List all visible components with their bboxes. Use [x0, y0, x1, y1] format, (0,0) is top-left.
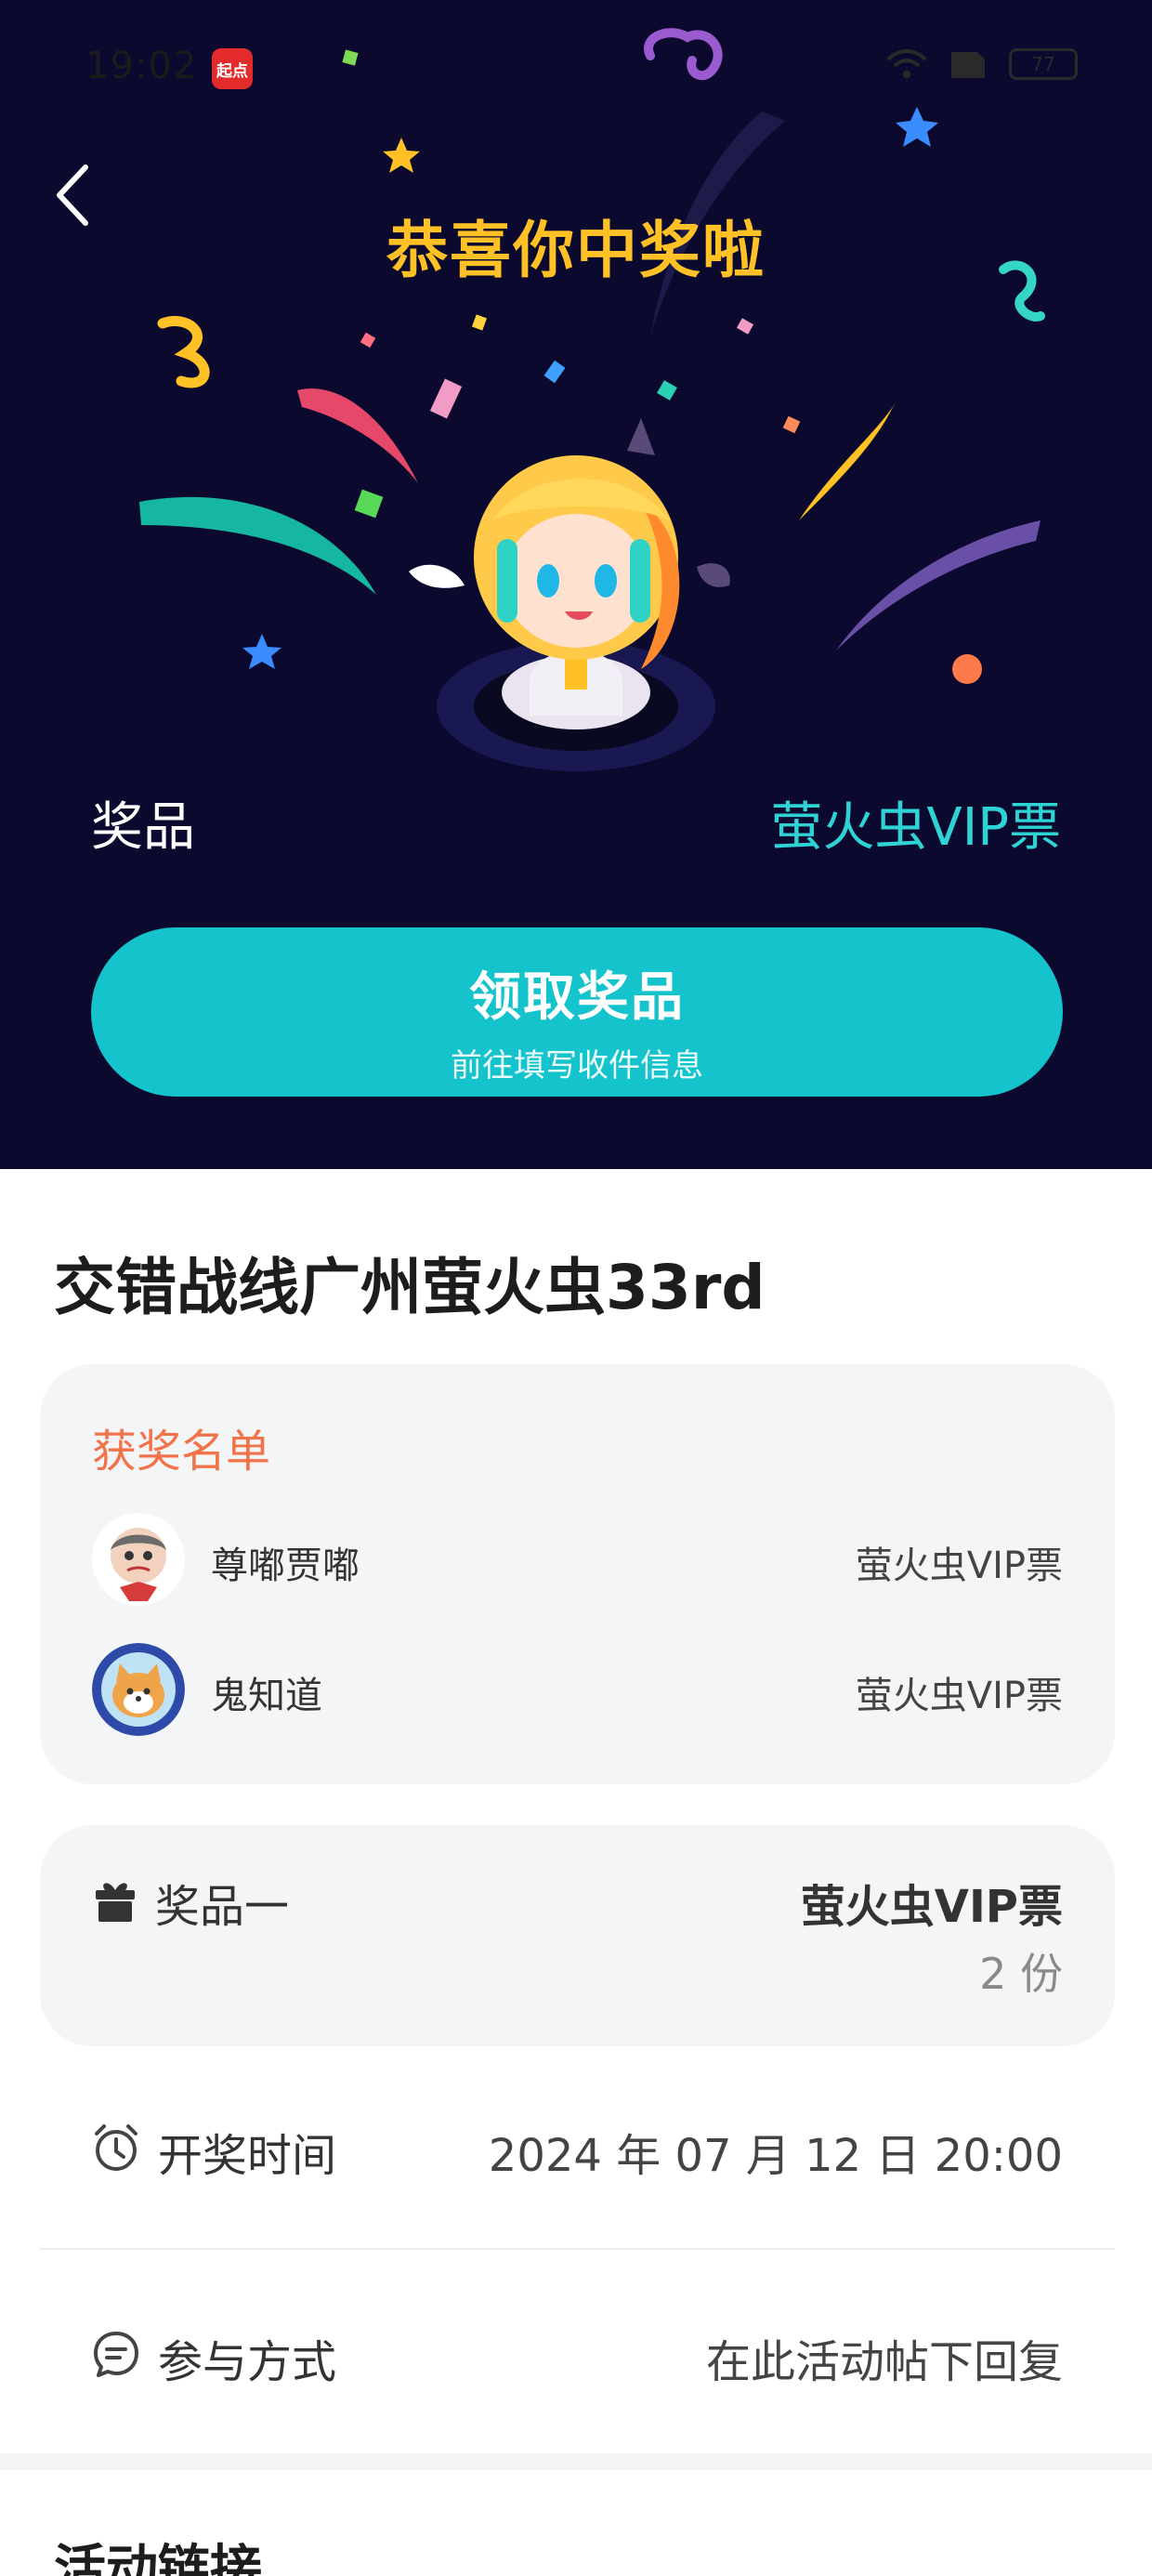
gift-icon	[96, 1883, 135, 1922]
congrats-title: 恭喜你中奖啦	[386, 215, 766, 286]
claim-prize-button[interactable]: 领取奖品 前往填写收件信息	[91, 927, 1063, 1097]
participation-value: 在此活动帖下回复	[705, 2336, 1063, 2388]
divider	[40, 2248, 1115, 2250]
winner-prize: 萤火虫VIP票	[855, 1675, 1063, 1717]
prize-detail-card: 奖品一 萤火虫VIP票 2 份	[40, 1825, 1115, 2046]
section-divider	[0, 2453, 1152, 2470]
sim-card-icon	[951, 52, 985, 78]
draw-time-label: 开奖时间	[158, 2130, 337, 2182]
status-time: 19:02	[85, 45, 198, 87]
battery-icon: 77	[1009, 48, 1078, 80]
mascot-illustration	[409, 418, 730, 771]
winner-name: 鬼知道	[211, 1675, 322, 1717]
participation-row: 参与方式 在此活动帖下回复	[91, 2316, 1063, 2390]
winners-heading: 获奖名单	[92, 1426, 271, 1478]
chat-bubble-icon	[94, 2332, 138, 2377]
draw-time-row: 开奖时间 2024 年 07 月 12 日 20:00	[91, 2109, 1063, 2184]
prize-item-label: 奖品一	[155, 1881, 290, 1933]
draw-time-value: 2024 年 07 月 12 日 20:00	[488, 2130, 1063, 2182]
battery-level: 77	[1031, 53, 1055, 75]
claim-prize-sublabel: 前往填写收件信息	[451, 1047, 703, 1084]
prize-item-count: 2 份	[979, 1949, 1063, 1999]
event-title: 交错战线广州萤火虫33rd	[54, 1252, 766, 1323]
participation-label: 参与方式	[158, 2336, 337, 2388]
activity-links-title: 活动链接	[54, 2540, 262, 2576]
avatar[interactable]	[92, 1643, 185, 1736]
prize-label: 奖品	[91, 797, 195, 858]
prize-hero: 19:02 起点 77 恭喜你中奖啦 奖品 萤火虫VIP票 领取奖品 前往填写收…	[0, 0, 1152, 1169]
winners-card: 获奖名单 尊嘟贾嘟 萤火虫VIP票 鬼知道 萤火虫VIP票	[40, 1364, 1115, 1784]
wifi-icon	[886, 49, 927, 78]
winner-row[interactable]: 尊嘟贾嘟 萤火虫VIP票	[92, 1513, 1063, 1606]
avatar-image	[92, 1513, 185, 1606]
avatar-image	[92, 1643, 185, 1736]
app-notification-badge: 起点	[212, 48, 253, 89]
winner-name: 尊嘟贾嘟	[211, 1544, 360, 1587]
claim-prize-label: 领取奖品	[469, 967, 685, 1028]
status-icons: 77	[886, 48, 1078, 80]
prize-item-value: 萤火虫VIP票	[800, 1881, 1063, 1933]
winner-row[interactable]: 鬼知道 萤火虫VIP票	[92, 1643, 1063, 1736]
alarm-clock-icon	[95, 2124, 137, 2171]
prize-value: 萤火虫VIP票	[770, 797, 1061, 858]
winner-prize: 萤火虫VIP票	[855, 1544, 1063, 1587]
avatar[interactable]	[92, 1513, 185, 1606]
